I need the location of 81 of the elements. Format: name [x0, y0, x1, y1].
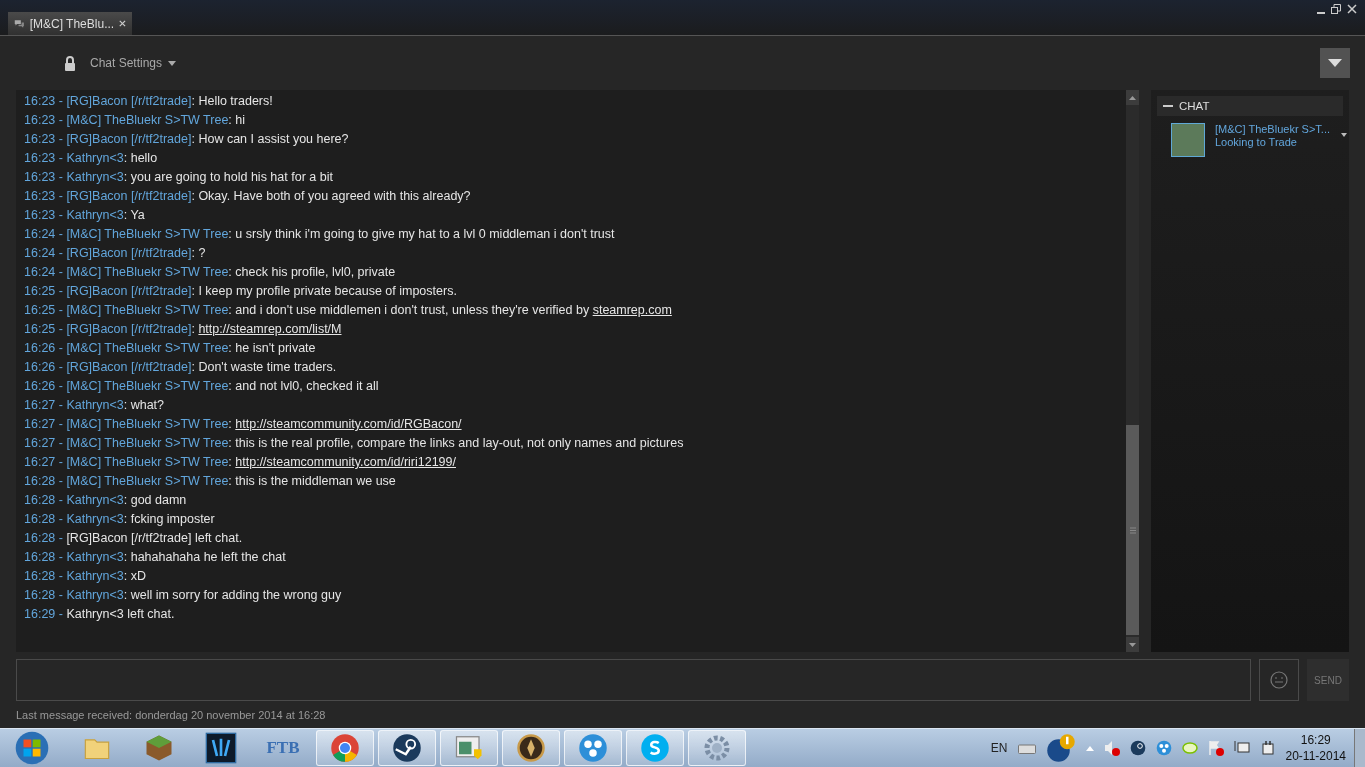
chat-message: 16:23 - [RG]Bacon [/r/tf2trade]: Okay. Have both of you agreed with this already?	[24, 188, 472, 205]
chat-message: 16:28 - Kathryn<3: hahahahaha he left the chat	[24, 549, 287, 566]
chat-section-header[interactable]: CHAT	[1157, 96, 1343, 116]
chat-message: 16:28 - [RG]Bacon [/r/tf2trade] left chat.	[24, 530, 244, 547]
chat-message: 16:23 - Kathryn<3: you are going to hold his hat for a bit	[24, 169, 334, 186]
grip-icon	[1129, 526, 1136, 534]
flag-error-icon	[1207, 740, 1224, 756]
chat-message: 16:23 - Kathryn<3: Ya	[24, 207, 146, 224]
chat-message: 16:28 - Kathryn<3: xD	[24, 568, 147, 585]
speech-bubbles-icon	[14, 17, 25, 30]
avatar-image	[1171, 123, 1205, 157]
message-link[interactable]: http://steamrep.com/list/M	[198, 322, 342, 336]
chat-message: 16:23 - [M&C] TheBluekr S>TW Tree: hi	[24, 112, 247, 129]
chat-settings-button[interactable]: Chat Settings	[64, 55, 177, 71]
close-icon	[1347, 4, 1357, 14]
chat-message: 16:28 - Kathryn<3: well im sorry for adding the wrong guy	[24, 587, 343, 604]
message-link[interactable]: steamrep.com	[592, 303, 672, 317]
chat-message: 16:25 - [RG]Bacon [/r/tf2trade]: http://steamrep.com/list/M	[24, 321, 343, 338]
chat-message: 16:27 - [M&C] TheBluekr S>TW Tree: http://steamcommunity.com/id/RGBacon/	[24, 416, 463, 433]
emoticon-button[interactable]	[1259, 659, 1299, 701]
scroll-up-icon	[1129, 95, 1136, 100]
chat-message: 16:25 - [M&C] TheBluekr S>TW Tree: and i don't use middlemen i don't trust, unless they're verified by steamrep.com	[24, 302, 673, 319]
browser-icon	[330, 733, 360, 763]
chat-message: 16:27 - [M&C] TheBluekr S>TW Tree: http://steamcommunity.com/id/riri12199/	[24, 454, 457, 471]
chat-message: 16:29 - Kathryn<3 left chat.	[24, 606, 176, 623]
caret-icon	[1341, 133, 1347, 137]
grass-block-icon	[144, 733, 174, 763]
show-desktop-button[interactable]	[1354, 729, 1365, 767]
chat-message: 16:23 - [RG]Bacon [/r/tf2trade]: How can I assist you here?	[24, 131, 350, 148]
chat-message: 16:23 - Kathryn<3: hello	[24, 150, 159, 167]
skype-icon	[640, 733, 670, 763]
dropdown-button[interactable]	[1320, 48, 1350, 78]
help-warning-icon	[1045, 733, 1076, 763]
lime-icon	[1181, 740, 1198, 756]
status-text: Last message received: donderdag 20 november 2014 at 16:28	[16, 707, 327, 723]
speaker-muted-icon	[1103, 740, 1120, 756]
message-link[interactable]: http://steamcommunity.com/id/RGBacon/	[235, 417, 462, 431]
smiley-icon	[1270, 671, 1288, 689]
minimize-icon	[1317, 12, 1325, 14]
lock-icon	[64, 55, 76, 71]
gear-icon	[702, 733, 732, 763]
taskbar-app[interactable]	[502, 730, 560, 766]
caret-icon	[168, 60, 177, 66]
chat-message: 16:25 - [RG]Bacon [/r/tf2trade]: I keep my profile private because of imposters.	[24, 283, 458, 300]
chat-tab[interactable]: [M&C] TheBlu...	[8, 12, 132, 35]
chat-message: 16:27 - [M&C] TheBluekr S>TW Tree: this is the real profile, compare the links and lay-out, not only names and pictures	[24, 435, 685, 452]
message-input[interactable]	[16, 659, 1251, 701]
chat-message: 16:24 - [M&C] TheBluekr S>TW Tree: check his profile, lvl0, private	[24, 264, 397, 281]
chat-message: 16:28 - [M&C] TheBluekr S>TW Tree: this is the middleman we use	[24, 473, 397, 490]
glyph-icon	[205, 732, 237, 764]
chat-message: 16:26 - [M&C] TheBluekr S>TW Tree: he isn't private	[24, 340, 317, 357]
power-plug-icon	[1259, 740, 1276, 756]
chat-message: 16:27 - Kathryn<3: what?	[24, 397, 166, 414]
chat-message: 16:24 - [M&C] TheBluekr S>TW Tree: u srsly think i'm going to give my hat to a lvl 0 middleman i don't trust	[24, 226, 616, 243]
chat-message: 16:23 - [RG]Bacon [/r/tf2trade]: Hello traders!	[24, 93, 274, 110]
circle-dots-icon	[1155, 740, 1172, 756]
chat-message: 16:24 - [RG]Bacon [/r/tf2trade]: ?	[24, 245, 207, 262]
language-indicator[interactable]: EN	[990, 741, 1008, 755]
clock[interactable]: 16:29 20-11-2014	[1285, 732, 1346, 764]
close-icon	[119, 19, 126, 28]
network-icon	[1233, 740, 1250, 756]
scrollbar[interactable]	[1126, 90, 1139, 652]
section-title: CHAT	[1179, 100, 1210, 112]
circle-dots-icon	[578, 733, 608, 763]
chat-message: 16:28 - Kathryn<3: fcking imposter	[24, 511, 216, 528]
emblem-icon	[516, 733, 546, 763]
restore-icon	[1331, 4, 1341, 14]
chat-message: 16:28 - Kathryn<3: god damn	[24, 492, 188, 509]
chat-message: 16:26 - [M&C] TheBluekr S>TW Tree: and not lvl0, checked it all	[24, 378, 380, 395]
keyboard-icon	[1017, 742, 1036, 754]
member-name[interactable]: [M&C] TheBluekr S>T...	[1215, 123, 1331, 136]
tab-title: [M&C] TheBlu...	[29, 16, 115, 31]
chat-message: 16:26 - [RG]Bacon [/r/tf2trade]: Don't waste time traders.	[24, 359, 338, 376]
taskbar-app[interactable]	[378, 730, 436, 766]
ftb-logo: FTB	[266, 738, 300, 758]
caret-icon	[1328, 59, 1342, 67]
member-status: Looking to Trade	[1215, 136, 1298, 149]
message-link[interactable]: http://steamcommunity.com/id/riri12199/	[235, 455, 456, 469]
windows-logo-icon	[15, 731, 49, 765]
scroll-down-icon	[1129, 642, 1136, 647]
caret-up-icon	[1085, 745, 1094, 751]
